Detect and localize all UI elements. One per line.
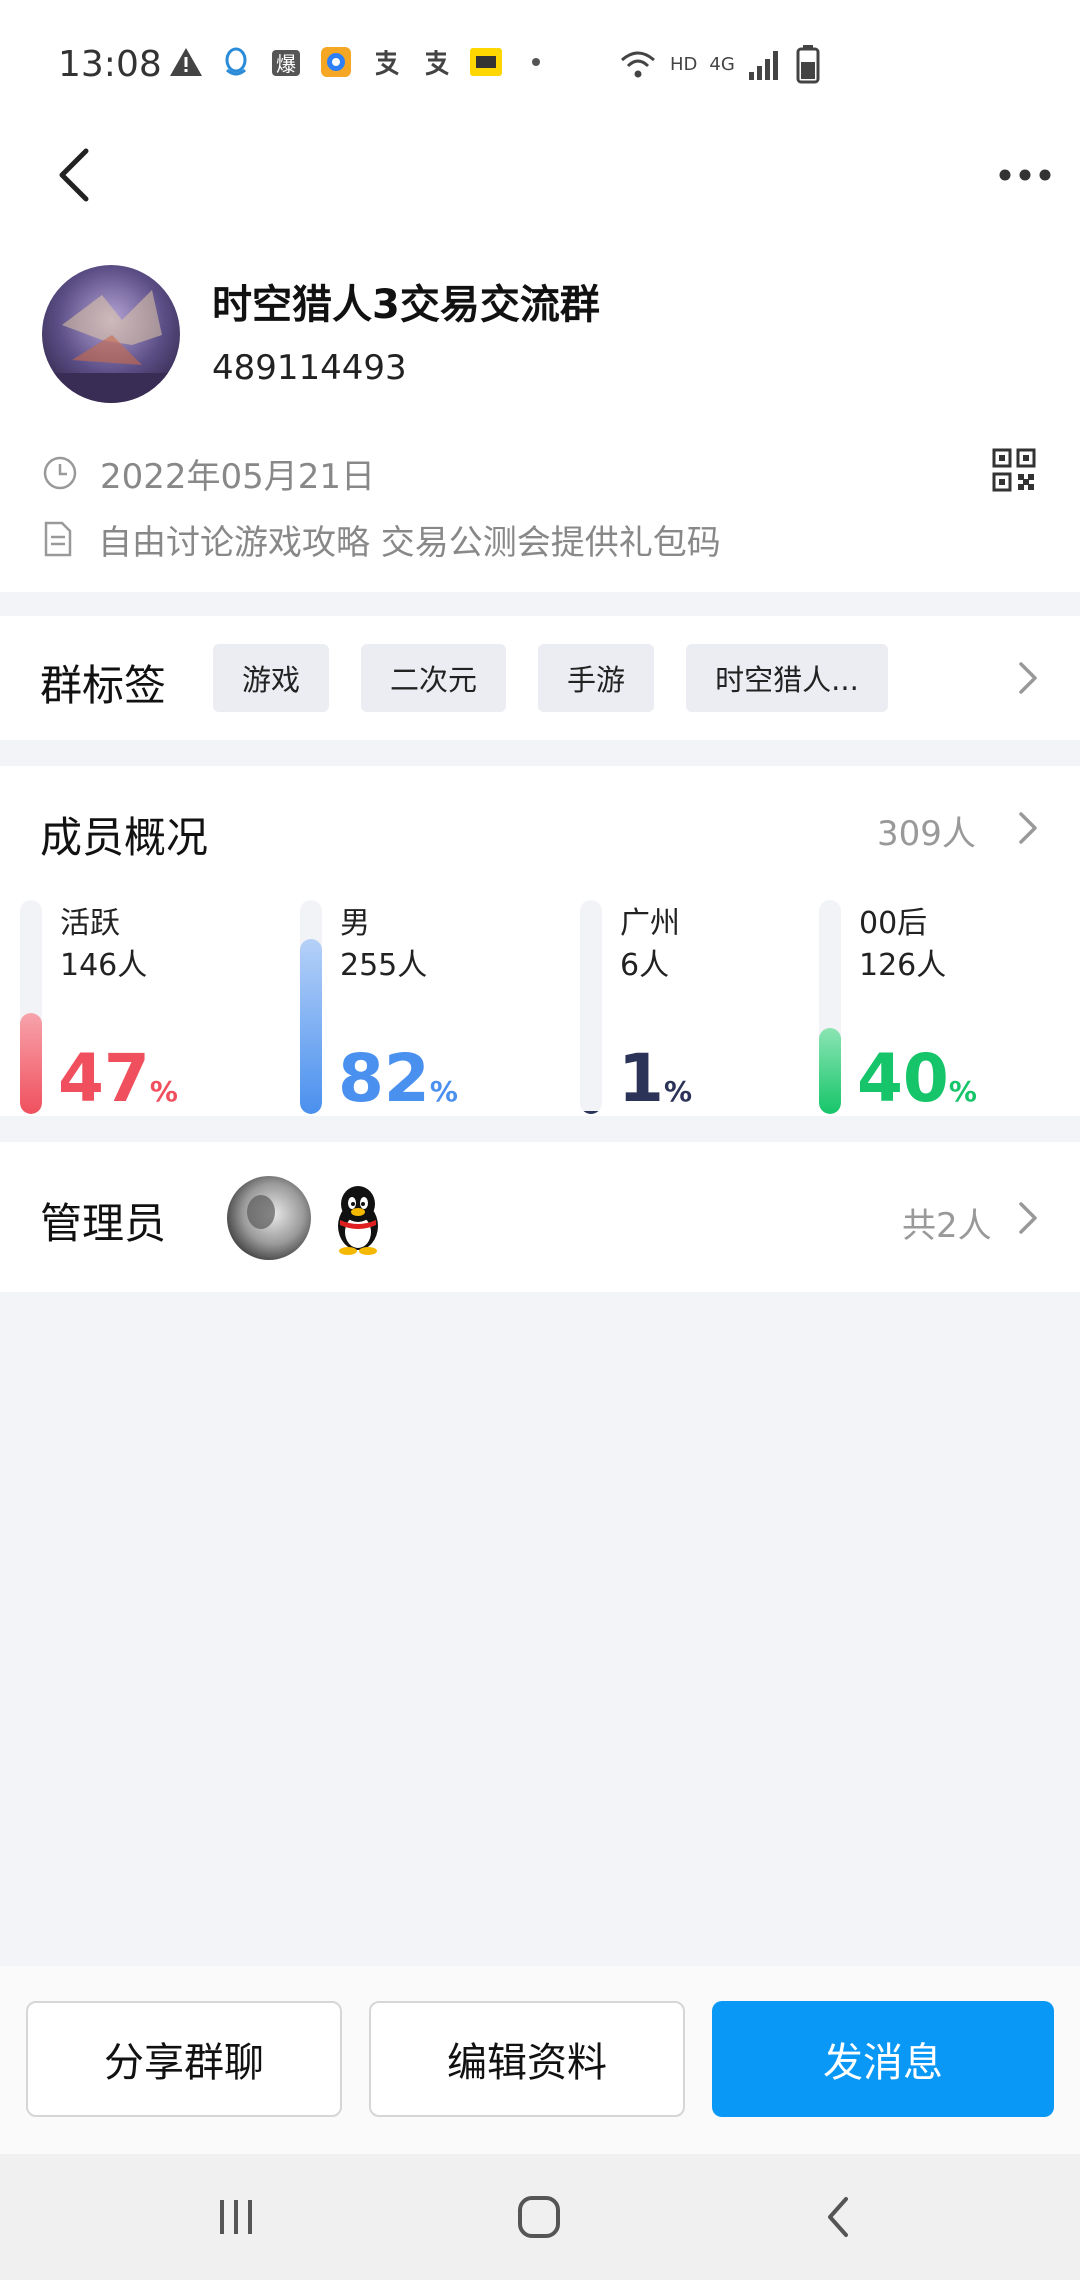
stat-percent: 47% [58, 1040, 178, 1117]
stat-count: 126人 [859, 948, 947, 983]
stat-bar-track [580, 900, 602, 1114]
stat-label: 活跃 [60, 906, 120, 941]
created-date: 2022年05月21日 [100, 456, 376, 497]
stat-percent: 40% [857, 1040, 977, 1117]
more-options-button[interactable] [995, 155, 1055, 195]
share-group-button[interactable]: 分享群聊 [26, 2001, 342, 2117]
admin-avatar-photo [227, 1176, 311, 1260]
stat-bar-fill [580, 1111, 602, 1114]
back-button[interactable] [50, 145, 98, 205]
admin-avatar[interactable] [316, 1176, 400, 1260]
stat-count: 6人 [620, 948, 670, 983]
stat-label: 广州 [620, 906, 680, 941]
description-row: 自由讨论游戏攻略 交易公测会提供礼包码 [42, 514, 721, 564]
more-notifications-dot-icon [532, 58, 540, 66]
alipay-icon-2 [425, 50, 449, 76]
alipay-icon [375, 50, 399, 76]
svg-text:爆: 爆 [276, 52, 296, 76]
stat-label: 00后 [859, 906, 928, 941]
app-icon-yellow [470, 48, 502, 76]
tag-item[interactable]: 二次元 [361, 644, 506, 712]
members-total[interactable]: 309人 [877, 806, 976, 855]
members-chevron-right-icon[interactable] [1016, 808, 1040, 848]
stat-count: 255人 [340, 948, 428, 983]
stat-percent: 1% [618, 1040, 692, 1117]
tag-item[interactable]: 游戏 [213, 644, 329, 712]
members-title: 成员概况 [40, 813, 209, 862]
member-stat-active: 活跃 146人 47% [20, 898, 260, 1116]
network-type-label: 4G [709, 53, 735, 75]
tag-item[interactable]: 时空猎人... [686, 644, 888, 712]
admins-count[interactable]: 共2人 [902, 1198, 992, 1247]
member-stat-region: 广州 6人 1% [580, 898, 820, 1116]
status-time: 13:08 [58, 44, 162, 85]
group-description: 自由讨论游戏攻略 交易公测会提供礼包码 [98, 522, 721, 563]
send-message-button[interactable]: 发消息 [712, 2001, 1054, 2117]
wifi-icon [621, 51, 655, 78]
group-id: 489114493 [212, 348, 407, 388]
stat-label: 男 [340, 906, 370, 941]
notification-icons: 爆 [168, 44, 554, 80]
qq-icon [225, 47, 247, 76]
recent-apps-icon[interactable] [214, 2196, 258, 2238]
warning-icon [170, 48, 202, 76]
edit-profile-button[interactable]: 编辑资料 [369, 2001, 685, 2117]
stat-bar-track [300, 900, 322, 1114]
app-icon-colorful [321, 47, 351, 77]
tag-item[interactable]: 手游 [538, 644, 654, 712]
admins-chevron-right-icon[interactable] [1016, 1198, 1040, 1238]
system-status-icons: HD 4G [618, 44, 821, 84]
signal-icon [748, 51, 778, 80]
stat-count: 146人 [60, 948, 148, 983]
member-stat-age: 00后 126人 40% [819, 898, 1059, 1116]
document-icon [44, 521, 72, 557]
app-icon-bao: 爆 [272, 50, 300, 76]
member-stat-male: 男 255人 82% [300, 898, 540, 1116]
group-name: 时空猎人3交易交流群 [212, 282, 600, 328]
stat-bar-track [20, 900, 42, 1114]
home-icon[interactable] [516, 2194, 562, 2240]
system-nav-bar [0, 2154, 1080, 2280]
clock-icon [43, 456, 77, 490]
admins-title: 管理员 [40, 1199, 167, 1248]
hd-label: HD [670, 53, 698, 75]
tags-title: 群标签 [40, 661, 167, 710]
tags-chevron-right-icon[interactable] [1016, 658, 1040, 698]
stat-bar-fill [819, 1028, 841, 1114]
created-date-row: 2022年05月21日 [42, 448, 375, 498]
admin-avatar[interactable] [227, 1176, 311, 1260]
group-avatar-image [42, 265, 180, 403]
stat-bar-fill [20, 1013, 42, 1114]
status-bar: 13:08 爆 HD 4G [0, 0, 1080, 130]
stat-bar-track [819, 900, 841, 1114]
stat-bar-fill [300, 939, 322, 1114]
group-avatar[interactable] [42, 265, 180, 403]
battery-icon [796, 45, 820, 84]
back-nav-icon[interactable] [822, 2194, 854, 2240]
qq-penguin-icon [338, 1186, 378, 1255]
qr-code-icon[interactable] [992, 448, 1036, 492]
stat-percent: 82% [338, 1040, 458, 1117]
